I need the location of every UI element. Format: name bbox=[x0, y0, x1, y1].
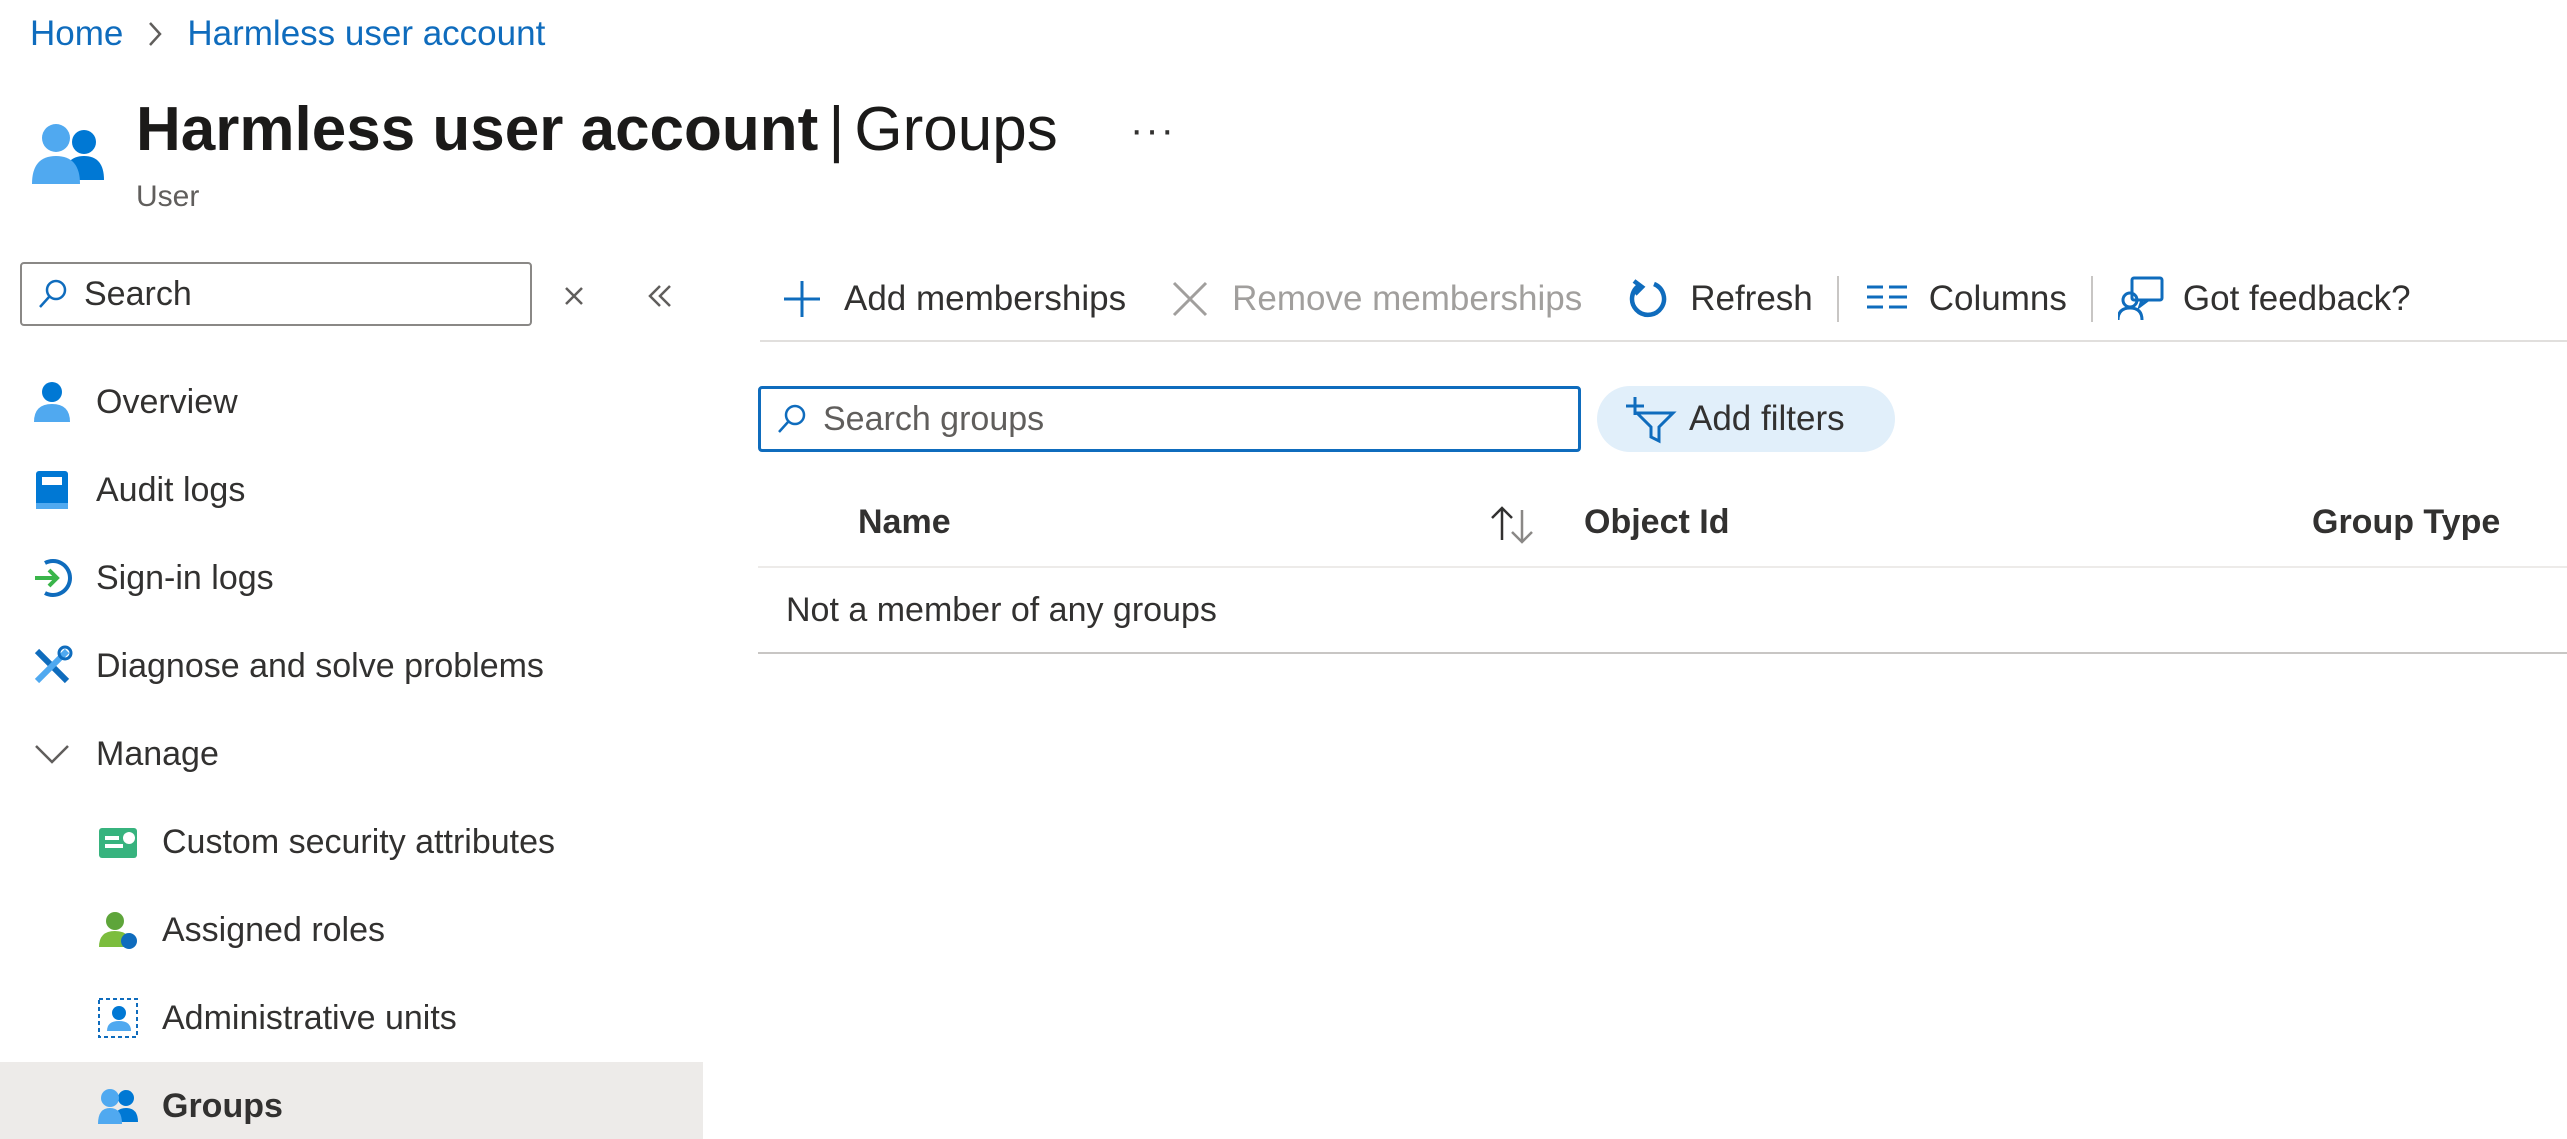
remove-memberships-label: Remove memberships bbox=[1232, 279, 1583, 318]
search-icon bbox=[778, 404, 806, 433]
groups-search-box[interactable] bbox=[758, 386, 1581, 452]
toolbar-divider bbox=[1836, 276, 1839, 322]
sidebar-item-administrative-units[interactable]: Administrative units bbox=[0, 974, 703, 1062]
page-header: Harmless user account | Groups User bbox=[28, 90, 1058, 214]
column-header-name[interactable]: Name bbox=[858, 503, 951, 542]
clear-search-button[interactable] bbox=[554, 276, 594, 316]
collapse-sidebar-button[interactable] bbox=[640, 276, 680, 316]
refresh-icon bbox=[1624, 275, 1672, 323]
columns-button[interactable]: Columns bbox=[1863, 267, 2067, 331]
page-title-separator: | bbox=[828, 95, 845, 164]
sidebar-item-groups[interactable]: Groups bbox=[0, 1062, 703, 1139]
double-chevron-left-icon bbox=[648, 285, 671, 307]
table-header: Name Object Id Group Type bbox=[758, 478, 2567, 568]
sidebar-item-diagnose[interactable]: Diagnose and solve problems bbox=[0, 622, 703, 710]
sidebar-item-label: Groups bbox=[162, 1086, 283, 1125]
breadcrumb-home-link[interactable]: Home bbox=[30, 14, 123, 54]
chevron-right-icon bbox=[135, 16, 175, 52]
page-title-section: Groups bbox=[854, 95, 1058, 164]
command-bar: Add memberships Remove memberships Refre… bbox=[760, 258, 2567, 342]
user-icon bbox=[28, 114, 112, 198]
filter-bar: Add filters bbox=[758, 386, 1895, 452]
sidebar-nav: Overview Audit logs Sign-in logs Diagnos… bbox=[0, 358, 703, 1139]
sidebar-item-label: Assigned roles bbox=[162, 910, 386, 949]
sidebar-item-custom-security-attributes[interactable]: Custom security attributes bbox=[0, 798, 703, 886]
empty-state-message: Not a member of any groups bbox=[758, 568, 2567, 654]
assigned-roles-icon bbox=[94, 906, 142, 954]
add-filter-icon bbox=[1625, 393, 1677, 445]
column-header-group-type[interactable]: Group Type bbox=[2312, 503, 2500, 542]
groups-icon bbox=[94, 1082, 142, 1130]
sign-in-icon bbox=[28, 554, 76, 602]
feedback-icon bbox=[2117, 275, 2165, 323]
admin-units-icon bbox=[94, 994, 142, 1042]
add-filters-button[interactable]: Add filters bbox=[1597, 386, 1895, 452]
columns-label: Columns bbox=[1928, 279, 2067, 318]
security-attributes-icon bbox=[94, 818, 142, 866]
page-title: Harmless user account | Groups bbox=[136, 90, 1058, 170]
page-title-resource: Harmless user account bbox=[136, 95, 819, 164]
sidebar-item-label: Audit logs bbox=[96, 470, 246, 509]
search-icon bbox=[39, 279, 67, 308]
groups-table: Name Object Id Group Type Not a member o… bbox=[758, 478, 2567, 654]
more-actions-button[interactable]: ··· bbox=[1130, 108, 1176, 153]
sidebar: Overview Audit logs Sign-in logs Diagnos… bbox=[0, 258, 703, 1139]
wrench-icon bbox=[28, 642, 76, 690]
sidebar-item-label: Custom security attributes bbox=[162, 822, 556, 861]
remove-memberships-button[interactable]: Remove memberships bbox=[1166, 267, 1582, 331]
sidebar-item-overview[interactable]: Overview bbox=[0, 358, 703, 446]
feedback-button[interactable]: Got feedback? bbox=[2117, 267, 2411, 331]
sidebar-search-input[interactable] bbox=[84, 274, 504, 314]
feedback-label: Got feedback? bbox=[2182, 279, 2411, 318]
sidebar-item-label: Administrative units bbox=[162, 998, 457, 1037]
sort-icon[interactable] bbox=[1484, 500, 1540, 548]
breadcrumb: Home Harmless user account bbox=[30, 14, 545, 54]
user-icon bbox=[28, 378, 76, 426]
sidebar-item-label: Diagnose and solve problems bbox=[96, 646, 544, 685]
sidebar-item-label: Sign-in logs bbox=[96, 558, 274, 597]
sidebar-item-sign-in-logs[interactable]: Sign-in logs bbox=[0, 534, 703, 622]
page-subtitle: User bbox=[136, 180, 200, 213]
add-memberships-label: Add memberships bbox=[844, 279, 1127, 318]
refresh-label: Refresh bbox=[1690, 279, 1813, 318]
book-icon bbox=[28, 466, 76, 514]
close-icon bbox=[565, 287, 583, 305]
plus-icon bbox=[778, 275, 826, 323]
add-filters-label: Add filters bbox=[1689, 399, 1845, 438]
sidebar-search-box[interactable] bbox=[20, 262, 532, 326]
column-header-object-id[interactable]: Object Id bbox=[1584, 503, 1729, 542]
sidebar-item-assigned-roles[interactable]: Assigned roles bbox=[0, 886, 703, 974]
breadcrumb-current-link[interactable]: Harmless user account bbox=[187, 14, 545, 54]
add-memberships-button[interactable]: Add memberships bbox=[778, 267, 1126, 331]
sidebar-item-audit-logs[interactable]: Audit logs bbox=[0, 446, 703, 534]
sidebar-item-label: Overview bbox=[96, 382, 238, 421]
toolbar-divider bbox=[2090, 276, 2093, 322]
chevron-down-icon bbox=[28, 730, 76, 778]
sidebar-group-manage[interactable]: Manage bbox=[0, 710, 703, 798]
sidebar-item-label: Manage bbox=[96, 734, 219, 773]
refresh-button[interactable]: Refresh bbox=[1624, 267, 1813, 331]
columns-icon bbox=[1863, 275, 1911, 323]
groups-search-input[interactable] bbox=[823, 399, 1543, 439]
close-icon bbox=[1166, 275, 1214, 323]
